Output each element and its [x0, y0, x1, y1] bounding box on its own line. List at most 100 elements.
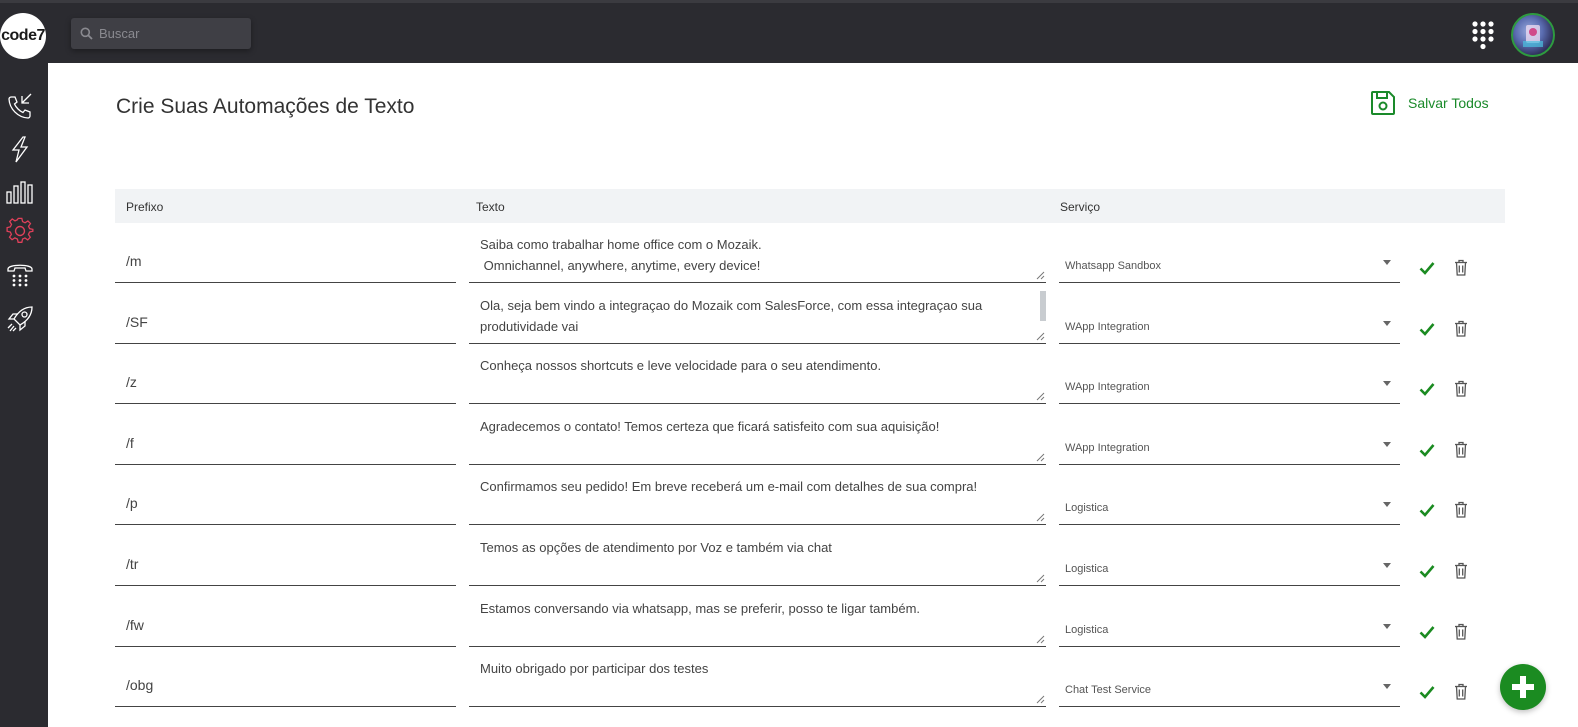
prefix-input[interactable] [126, 253, 426, 269]
prefix-field[interactable] [115, 486, 456, 525]
text-input[interactable] [469, 343, 1046, 403]
table-row: Logistica [0, 586, 1578, 647]
service-select[interactable]: Chat Test Service [1059, 668, 1400, 707]
code7-logo[interactable]: code7 [0, 13, 46, 59]
chevron-down-icon[interactable] [1383, 381, 1391, 386]
service-select[interactable]: Logistica [1059, 547, 1400, 586]
textarea-scrollbar[interactable] [1040, 291, 1046, 321]
resize-handle-icon[interactable] [1036, 513, 1045, 522]
text-input[interactable] [469, 464, 1046, 524]
prefix-input[interactable] [126, 435, 426, 451]
prefix-field[interactable] [115, 244, 456, 283]
text-field[interactable] [469, 222, 1046, 283]
floppy-disk-icon [1371, 91, 1395, 115]
chevron-down-icon[interactable] [1383, 260, 1391, 265]
trash-icon[interactable] [1454, 683, 1468, 700]
text-input[interactable] [469, 404, 1046, 464]
service-select[interactable]: WApp Integration [1059, 426, 1400, 465]
prefix-input[interactable] [126, 495, 426, 511]
text-input[interactable] [469, 586, 1046, 646]
search-box[interactable] [71, 18, 251, 49]
resize-handle-icon[interactable] [1036, 695, 1045, 704]
save-all-button[interactable]: Salvar Todos [1370, 90, 1489, 116]
check-icon[interactable] [1419, 261, 1435, 275]
service-value: WApp Integration [1065, 381, 1150, 393]
service-select[interactable]: Whatsapp Sandbox [1059, 244, 1400, 283]
prefix-input[interactable] [126, 314, 426, 330]
resize-handle-icon[interactable] [1036, 332, 1045, 341]
check-icon[interactable] [1419, 322, 1435, 336]
prefix-field[interactable] [115, 668, 456, 707]
prefix-field[interactable] [115, 547, 456, 586]
apps-grid-icon[interactable] [1471, 20, 1495, 50]
chevron-down-icon[interactable] [1383, 624, 1391, 629]
trash-icon[interactable] [1454, 259, 1468, 276]
resize-handle-icon[interactable] [1036, 574, 1045, 583]
text-field[interactable] [469, 586, 1046, 647]
phone-calls-icon[interactable] [6, 93, 34, 121]
page-title: Crie Suas Automações de Texto [116, 95, 415, 118]
avatar-image [1523, 25, 1543, 47]
lightning-icon[interactable] [6, 135, 34, 163]
table-row: WApp Integration [0, 283, 1578, 344]
bar-chart-icon[interactable] [6, 177, 34, 205]
trash-icon[interactable] [1454, 501, 1468, 518]
prefix-input[interactable] [126, 374, 426, 390]
prefix-field[interactable] [115, 608, 456, 647]
check-icon[interactable] [1419, 443, 1435, 457]
check-icon[interactable] [1419, 564, 1435, 578]
resize-handle-icon[interactable] [1036, 392, 1045, 401]
text-field[interactable] [469, 464, 1046, 525]
prefix-field[interactable] [115, 365, 456, 404]
chevron-down-icon[interactable] [1383, 442, 1391, 447]
prefix-field[interactable] [115, 305, 456, 344]
text-input[interactable] [469, 525, 1046, 585]
check-icon[interactable] [1419, 503, 1435, 517]
trash-icon[interactable] [1454, 380, 1468, 397]
text-input[interactable] [469, 646, 1046, 706]
check-icon[interactable] [1419, 625, 1435, 639]
chevron-down-icon[interactable] [1383, 563, 1391, 568]
trash-icon[interactable] [1454, 441, 1468, 458]
check-icon[interactable] [1419, 685, 1435, 699]
service-value: WApp Integration [1065, 442, 1150, 454]
service-value: Logistica [1065, 624, 1109, 636]
service-value: Logistica [1065, 502, 1109, 514]
service-value: Whatsapp Sandbox [1065, 260, 1162, 272]
trash-icon[interactable] [1454, 562, 1468, 579]
chevron-down-icon[interactable] [1383, 321, 1391, 326]
search-input[interactable] [99, 26, 239, 41]
text-field[interactable] [469, 343, 1046, 404]
prefix-input[interactable] [126, 677, 426, 693]
chevron-down-icon[interactable] [1383, 684, 1391, 689]
text-field[interactable] [469, 404, 1046, 465]
resize-handle-icon[interactable] [1036, 271, 1045, 280]
text-input[interactable] [469, 283, 1046, 343]
service-select[interactable]: Logistica [1059, 608, 1400, 647]
prefix-field[interactable] [115, 426, 456, 465]
trash-icon[interactable] [1454, 320, 1468, 337]
resize-handle-icon[interactable] [1036, 453, 1045, 462]
service-value: Chat Test Service [1065, 684, 1152, 696]
service-select[interactable]: WApp Integration [1059, 305, 1400, 344]
service-select[interactable]: Logistica [1059, 486, 1400, 525]
prefix-input[interactable] [126, 556, 426, 572]
table-row: Logistica [0, 525, 1578, 586]
chevron-down-icon[interactable] [1383, 502, 1391, 507]
service-select[interactable]: WApp Integration [1059, 365, 1400, 404]
text-field[interactable] [469, 646, 1046, 707]
user-avatar[interactable] [1511, 13, 1555, 57]
prefix-input[interactable] [126, 617, 426, 633]
search-icon [80, 27, 93, 40]
table-header: Prefixo Texto Serviço [115, 189, 1505, 223]
text-field[interactable] [469, 525, 1046, 586]
table-row: Chat Test Service [0, 646, 1578, 707]
check-icon[interactable] [1419, 382, 1435, 396]
text-input[interactable] [469, 222, 1046, 282]
trash-icon[interactable] [1454, 623, 1468, 640]
save-all-label: Salvar Todos [1408, 95, 1489, 111]
text-field[interactable] [469, 283, 1046, 344]
add-automation-button[interactable] [1500, 664, 1546, 710]
table-row: WApp Integration [0, 343, 1578, 404]
resize-handle-icon[interactable] [1036, 635, 1045, 644]
